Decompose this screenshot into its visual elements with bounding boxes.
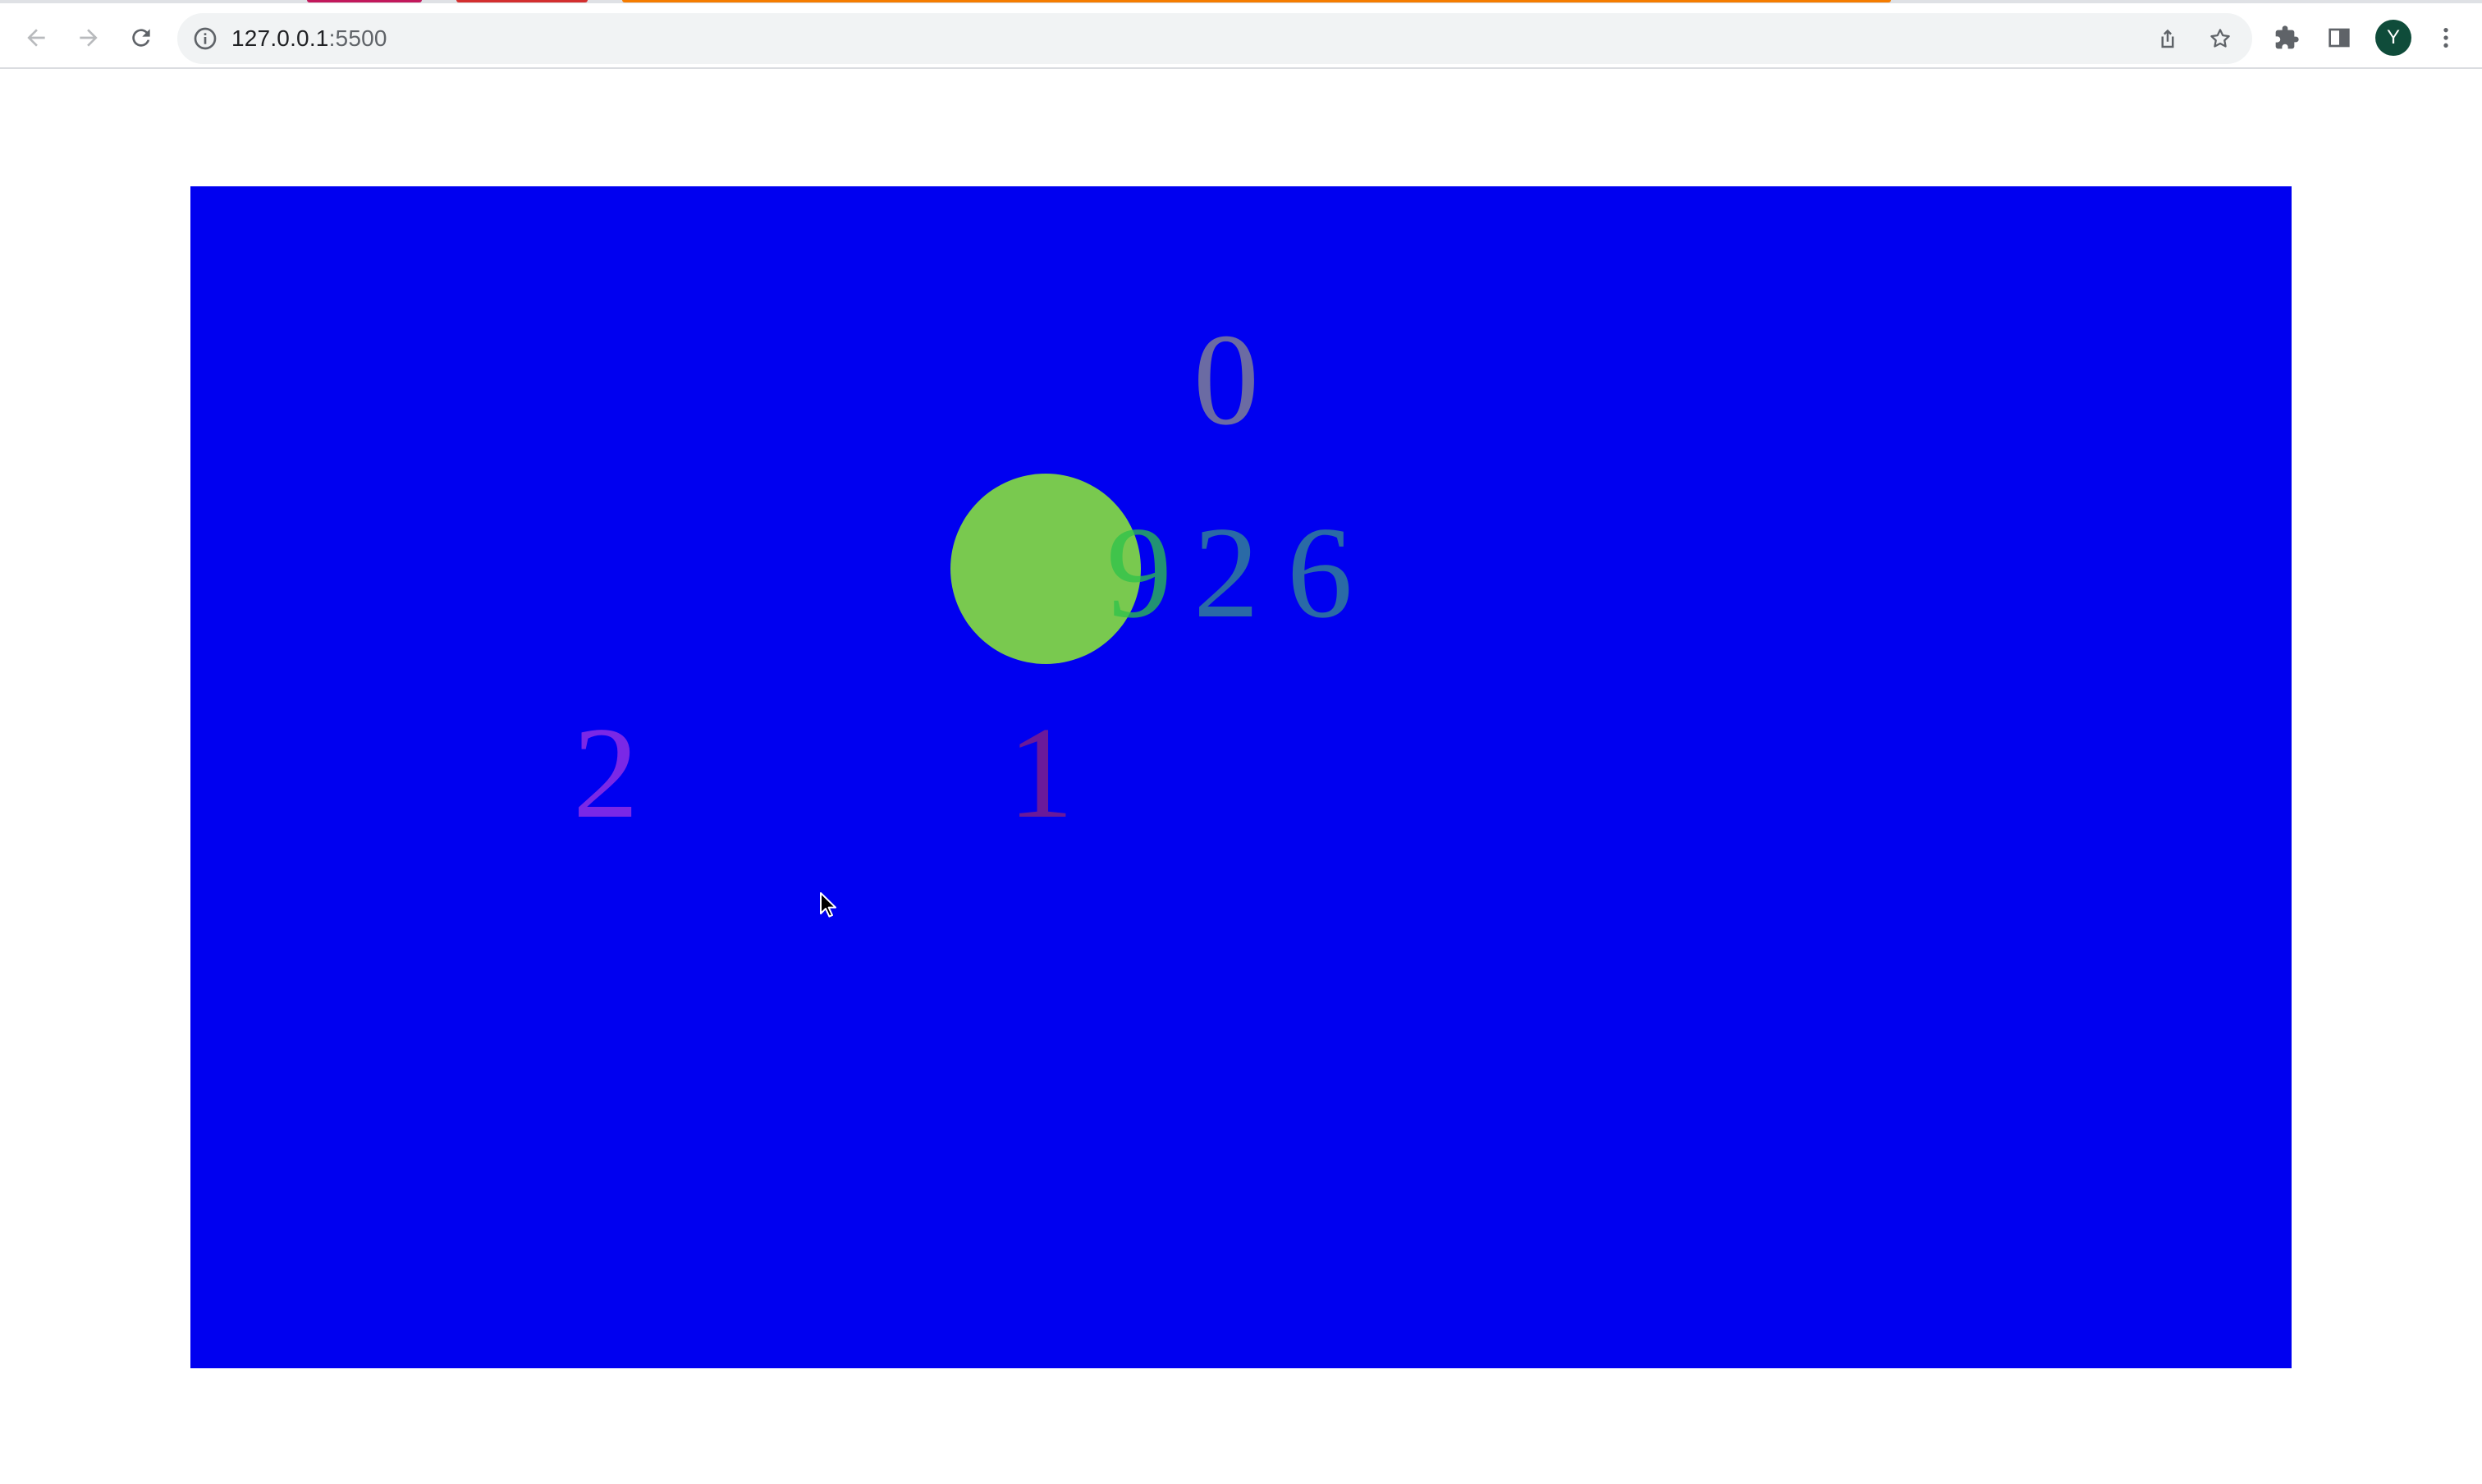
- tab-hint-3[interactable]: [622, 0, 1891, 2]
- mouse-cursor-icon: [820, 892, 836, 918]
- share-button[interactable]: [2149, 20, 2187, 57]
- digit-top[interactable]: 0: [1193, 314, 1259, 445]
- browser-toolbar: 127.0.0.1:5500 Y: [0, 3, 2482, 69]
- reload-icon: [132, 29, 150, 47]
- digit-row-2[interactable]: 2: [1193, 506, 1259, 638]
- forward-button[interactable]: [69, 18, 108, 57]
- tab-hint-2[interactable]: [456, 0, 588, 2]
- menu-button[interactable]: [2426, 18, 2466, 57]
- info-icon[interactable]: [192, 25, 218, 52]
- address-bar[interactable]: 127.0.0.1:5500: [177, 13, 2252, 64]
- digit-row-6[interactable]: 6: [1287, 506, 1353, 638]
- kebab-menu-icon: [2443, 28, 2448, 48]
- puzzle-icon: [2275, 25, 2299, 49]
- url-text[interactable]: 127.0.0.1:5500: [231, 13, 387, 64]
- extensions-button[interactable]: [2267, 18, 2306, 57]
- share-icon: [2161, 29, 2174, 48]
- digit-row-9[interactable]: 9: [1106, 506, 1172, 638]
- tab-hint-1[interactable]: [307, 0, 422, 2]
- url-port: :5500: [328, 25, 387, 51]
- digit-center-1[interactable]: 1: [1008, 707, 1074, 838]
- bookmark-button[interactable]: [2201, 20, 2239, 57]
- arrow-right-icon: [80, 29, 98, 47]
- arrow-left-icon: [27, 29, 45, 47]
- star-icon: [2210, 29, 2230, 48]
- side-panel-icon: [2329, 28, 2350, 48]
- url-host: 127.0.0.1: [231, 25, 329, 51]
- back-button[interactable]: [16, 18, 56, 57]
- side-panel-button[interactable]: [2319, 18, 2359, 57]
- digit-left-2[interactable]: 2: [573, 707, 639, 838]
- reload-button[interactable]: [121, 18, 161, 57]
- profile-avatar[interactable]: Y: [2375, 20, 2411, 56]
- game-canvas[interactable]: 0 9 2 6 2 1: [190, 186, 2292, 1368]
